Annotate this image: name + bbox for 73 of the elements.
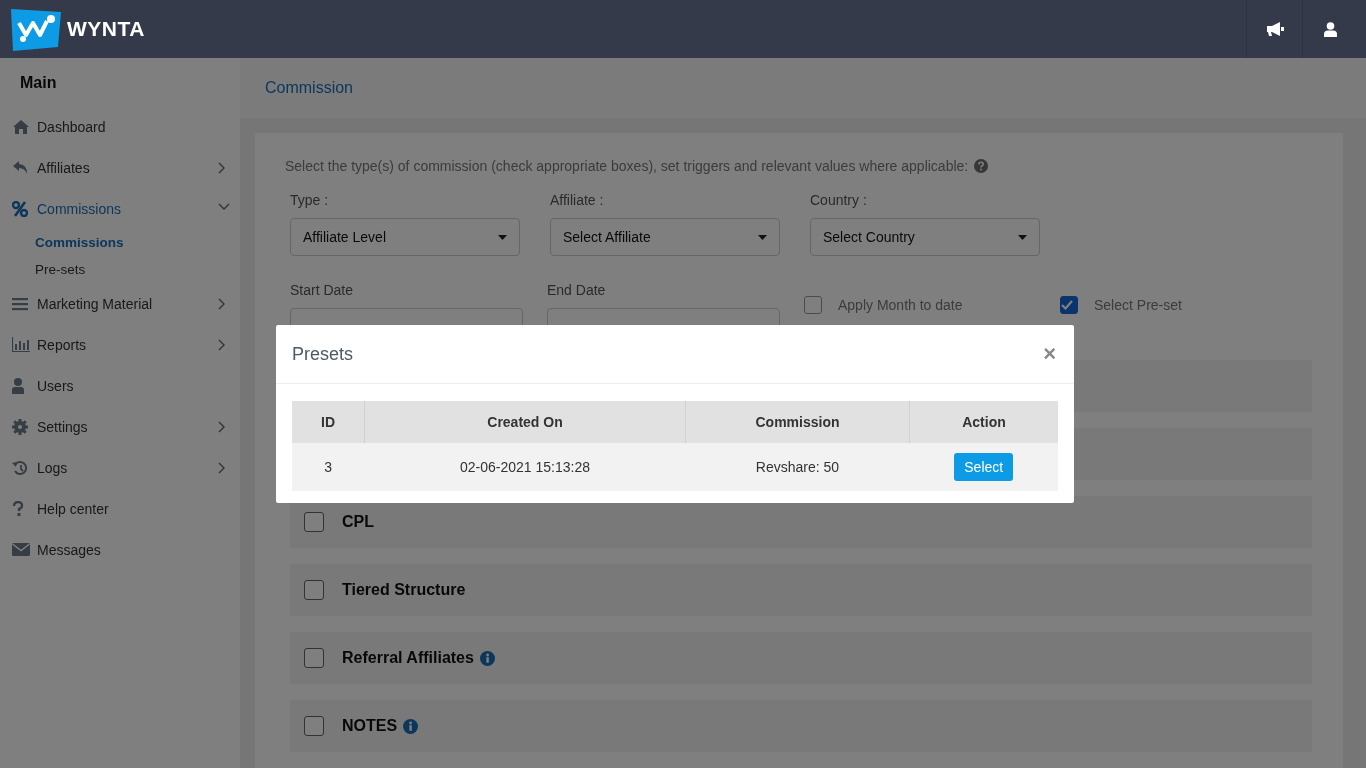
- section-title: Tiered Structure: [342, 581, 466, 599]
- history-icon: [12, 459, 28, 476]
- instructions-text: Select the type(s) of commission (check appropriate boxes), set triggers and relevant values where applicable:: [285, 158, 969, 174]
- checkbox-label: Apply Month to date: [838, 297, 963, 313]
- checkbox[interactable]: [1060, 296, 1078, 314]
- sidebar-item-label: Affiliates: [37, 159, 91, 176]
- question-icon: [12, 501, 24, 516]
- logo-text: WYNTA: [67, 17, 145, 41]
- select-button[interactable]: Select: [954, 453, 1014, 481]
- user-icon: [12, 377, 24, 394]
- sidebar-item-label: Settings: [37, 418, 89, 435]
- field-label: Type :: [290, 192, 330, 208]
- field-label: Affiliate :: [550, 192, 605, 208]
- sidebar-item-label: Dashboard: [37, 118, 107, 135]
- caret-icon: [498, 234, 507, 240]
- checkbox[interactable]: [804, 296, 822, 314]
- checkbox-label: Select Pre-set: [1094, 297, 1182, 313]
- table-cell: 02-06-2021 15:13:28: [364, 443, 686, 491]
- sidebar-item[interactable]: Users: [0, 365, 240, 406]
- submenu-item[interactable]: Pre-sets: [0, 256, 240, 283]
- sidebar-item[interactable]: Affiliates: [0, 147, 240, 188]
- sidebar-item[interactable]: Settings: [0, 406, 240, 447]
- column-header: Created On: [364, 401, 686, 443]
- column-header: Action: [909, 401, 1058, 443]
- sidebar-item-label: Users: [37, 377, 75, 394]
- sidebar-item-label: Marketing Material: [37, 295, 154, 312]
- sidebar-item-label: Help center: [37, 500, 110, 517]
- sidebar-item[interactable]: Marketing Material: [0, 283, 240, 324]
- sidebar-item-label: Reports: [37, 336, 88, 353]
- caret-icon: [758, 234, 767, 240]
- dropdown[interactable]: Affiliate Level: [290, 218, 520, 256]
- home-icon: [12, 118, 30, 135]
- column-header: Commission: [685, 401, 910, 443]
- field-label: End Date: [547, 282, 607, 298]
- checkbox[interactable]: [304, 648, 324, 668]
- section-title: CPL: [342, 513, 374, 531]
- sidebar-item[interactable]: Messages: [0, 529, 240, 570]
- envelope-icon: [12, 542, 30, 557]
- help-icon: [974, 159, 989, 173]
- close-button[interactable]: ×: [1041, 343, 1058, 365]
- percent-icon: [12, 200, 28, 217]
- sidebar-item-label: Commissions: [37, 200, 122, 217]
- sidebar-item[interactable]: Logs: [0, 447, 240, 488]
- checkbox[interactable]: [304, 512, 324, 532]
- sidebar-item[interactable]: Commissions: [0, 188, 240, 229]
- sidebar-item-label: Messages: [37, 541, 102, 558]
- bar-chart-icon: [12, 337, 31, 352]
- column-header: ID: [292, 401, 365, 443]
- sidebar-item[interactable]: Reports: [0, 324, 240, 365]
- submenu-item[interactable]: Commissions: [0, 229, 240, 256]
- breadcrumb-link[interactable]: Commission: [265, 79, 353, 97]
- sidebar-heading: Main: [19, 74, 58, 92]
- checkbox[interactable]: [304, 580, 324, 600]
- sidebar-item[interactable]: Dashboard: [0, 106, 240, 147]
- sidebar-item[interactable]: Help center: [0, 488, 240, 529]
- section-title: NOTES: [342, 717, 398, 735]
- menu-icon: [12, 296, 28, 311]
- caret-icon: [1018, 234, 1027, 240]
- dropdown[interactable]: Select Country: [810, 218, 1040, 256]
- checkbox[interactable]: [304, 716, 324, 736]
- table-cell: 3: [292, 443, 365, 491]
- field-label: Country :: [810, 192, 868, 208]
- reply-icon: [12, 160, 28, 175]
- sidebar-item-label: Logs: [37, 459, 69, 476]
- gear-icon: [12, 418, 28, 435]
- logo-icon: [9, 7, 61, 51]
- table-cell: Revshare: 50: [685, 443, 910, 491]
- user-icon: [1324, 21, 1337, 37]
- field-label: Start Date: [290, 282, 355, 298]
- dialog-title: Presets: [292, 343, 354, 365]
- section-title: Referral Affiliates: [342, 649, 474, 667]
- dropdown[interactable]: Select Affiliate: [550, 218, 780, 256]
- megaphone-icon: [1265, 22, 1284, 36]
